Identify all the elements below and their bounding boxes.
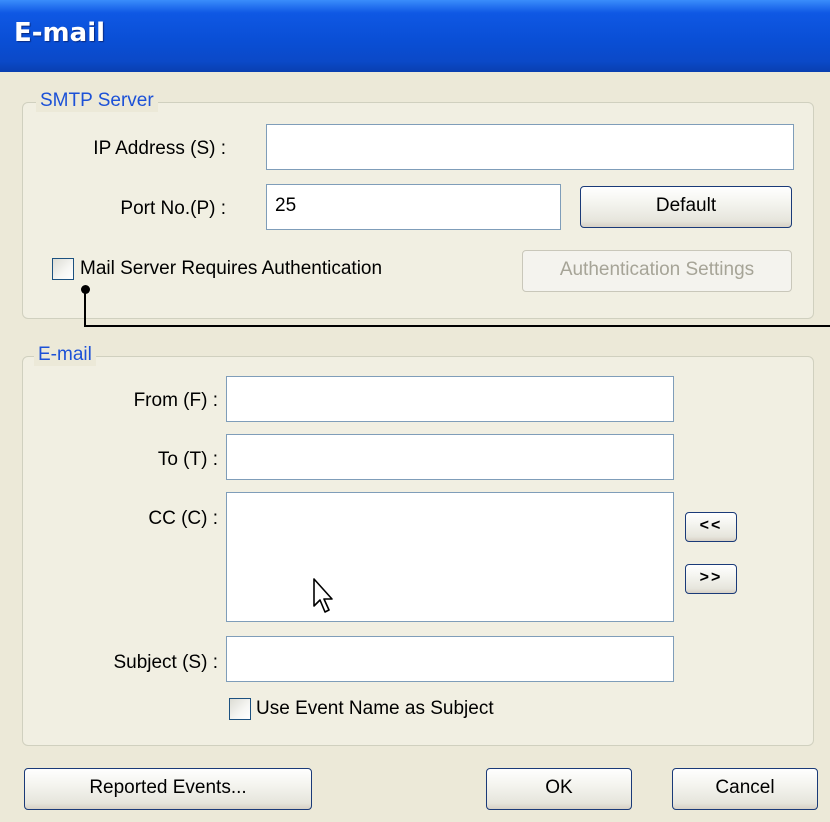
- ip-address-input[interactable]: [266, 124, 794, 170]
- auth-checkbox[interactable]: [52, 258, 74, 280]
- default-button[interactable]: Default: [580, 186, 792, 228]
- port-label: Port No.(P) :: [120, 198, 226, 219]
- ip-address-label: IP Address (S) :: [93, 138, 226, 159]
- use-event-name-label: Use Event Name as Subject: [256, 698, 494, 719]
- cc-input[interactable]: [226, 492, 674, 622]
- cc-label: CC (C) :: [148, 508, 218, 529]
- email-legend: E-mail: [34, 344, 96, 366]
- remove-recipient-button[interactable]: >>: [685, 564, 737, 594]
- auth-checkbox-label: Mail Server Requires Authentication: [80, 258, 383, 279]
- callout-line-horizontal: [84, 325, 830, 327]
- add-recipient-button[interactable]: <<: [685, 512, 737, 542]
- port-input[interactable]: 25: [266, 184, 561, 230]
- to-label: To (T) :: [157, 449, 218, 470]
- from-input[interactable]: [226, 376, 674, 422]
- dialog-body: SMTP Server IP Address (S) : Port No.(P)…: [0, 72, 830, 822]
- callout-line-vertical: [84, 289, 86, 327]
- to-input[interactable]: [226, 434, 674, 480]
- smtp-server-legend: SMTP Server: [36, 90, 158, 112]
- reported-events-button[interactable]: Reported Events...: [24, 768, 312, 810]
- authentication-settings-button[interactable]: Authentication Settings: [522, 250, 792, 292]
- arrow-cursor-icon: [313, 578, 333, 613]
- cancel-button[interactable]: Cancel: [672, 768, 818, 810]
- email-dialog: E-mail SMTP Server IP Address (S) : Port…: [0, 0, 830, 822]
- use-event-name-checkbox[interactable]: [229, 698, 251, 720]
- window-title: E-mail: [14, 18, 106, 48]
- subject-label: Subject (S) :: [113, 652, 218, 673]
- from-label: From (F) :: [133, 390, 218, 411]
- title-bar[interactable]: E-mail: [0, 0, 830, 72]
- subject-input[interactable]: [226, 636, 674, 682]
- ok-button[interactable]: OK: [486, 768, 632, 810]
